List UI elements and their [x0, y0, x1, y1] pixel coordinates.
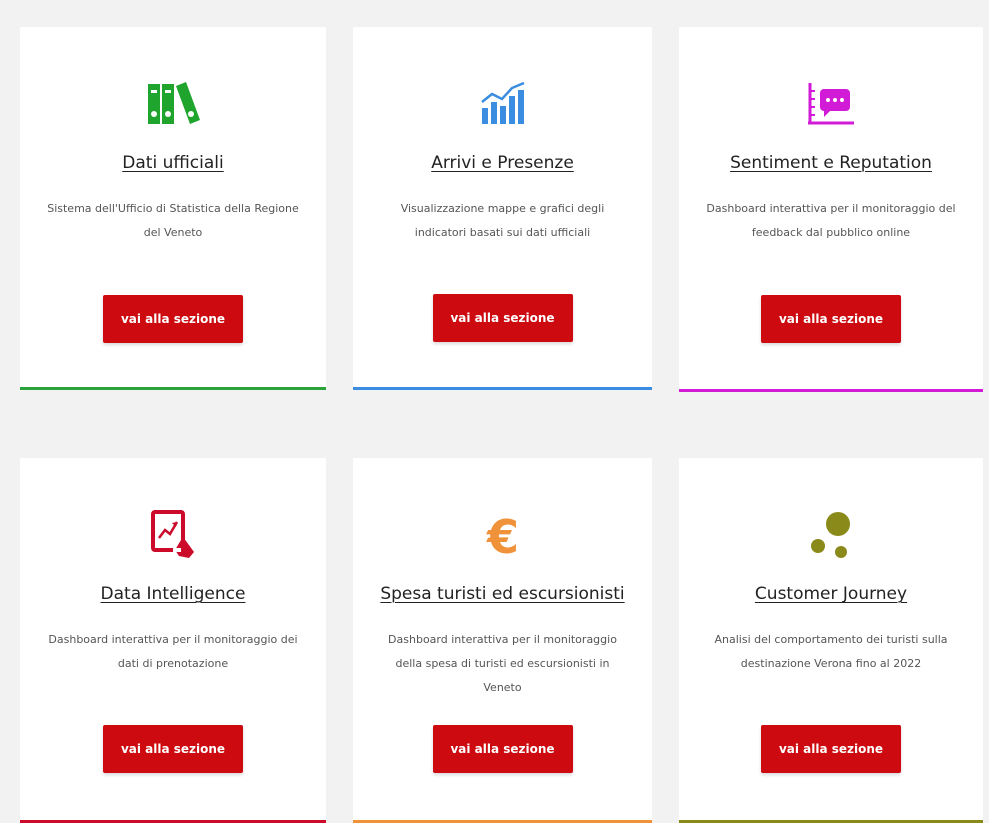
card-title[interactable]: Dati ufficiali	[20, 153, 326, 173]
card-title[interactable]: Arrivi e Presenze	[353, 153, 652, 173]
go-to-section-button[interactable]: vai alla sezione	[432, 294, 573, 342]
euro-icon: €	[353, 508, 652, 562]
binders-icon	[20, 77, 326, 131]
card-title[interactable]: Data Intelligence	[20, 584, 326, 604]
card-description: Dashboard interattiva per il monitoraggi…	[706, 202, 956, 239]
go-to-section-button[interactable]: vai alla sezione	[761, 725, 901, 773]
card-sentiment-reputation: Sentiment e Reputation Dashboard interat…	[679, 27, 983, 392]
go-to-section-button[interactable]: vai alla sezione	[432, 725, 573, 773]
go-to-section-button[interactable]: vai alla sezione	[103, 295, 243, 343]
go-to-section-button[interactable]: vai alla sezione	[761, 295, 901, 343]
bar-chart-icon	[353, 77, 652, 131]
card-description: Sistema dell'Ufficio di Statistica della…	[47, 202, 299, 239]
card-title[interactable]: Spesa turisti ed escursionisti	[353, 584, 652, 604]
card-title[interactable]: Customer Journey	[679, 584, 983, 604]
dots-icon	[679, 508, 983, 562]
card-title[interactable]: Sentiment e Reputation	[679, 153, 983, 173]
go-to-section-button[interactable]: vai alla sezione	[103, 725, 243, 773]
card-description: Dashboard interattiva per il monitoraggi…	[48, 633, 298, 670]
chat-board-icon	[679, 77, 983, 131]
card-description: Visualizzazione mappe e grafici degli in…	[400, 202, 605, 239]
card-dati-ufficiali: Dati ufficiali Sistema dell'Ufficio di S…	[20, 27, 326, 390]
card-data-intelligence: Data Intelligence Dashboard interattiva …	[20, 458, 326, 823]
card-arrivi-presenze: Arrivi e Presenze Visualizzazione mappe …	[353, 27, 652, 390]
card-description: Analisi del comportamento dei turisti su…	[714, 633, 948, 670]
tablet-chart-icon	[20, 508, 326, 562]
card-description: Dashboard interattiva per il monitoraggi…	[388, 633, 617, 694]
card-spesa-turisti: € Spesa turisti ed escursionisti Dashboa…	[353, 458, 652, 823]
card-customer-journey: Customer Journey Analisi del comportamen…	[679, 458, 983, 823]
svg-text:€: €	[485, 511, 518, 559]
